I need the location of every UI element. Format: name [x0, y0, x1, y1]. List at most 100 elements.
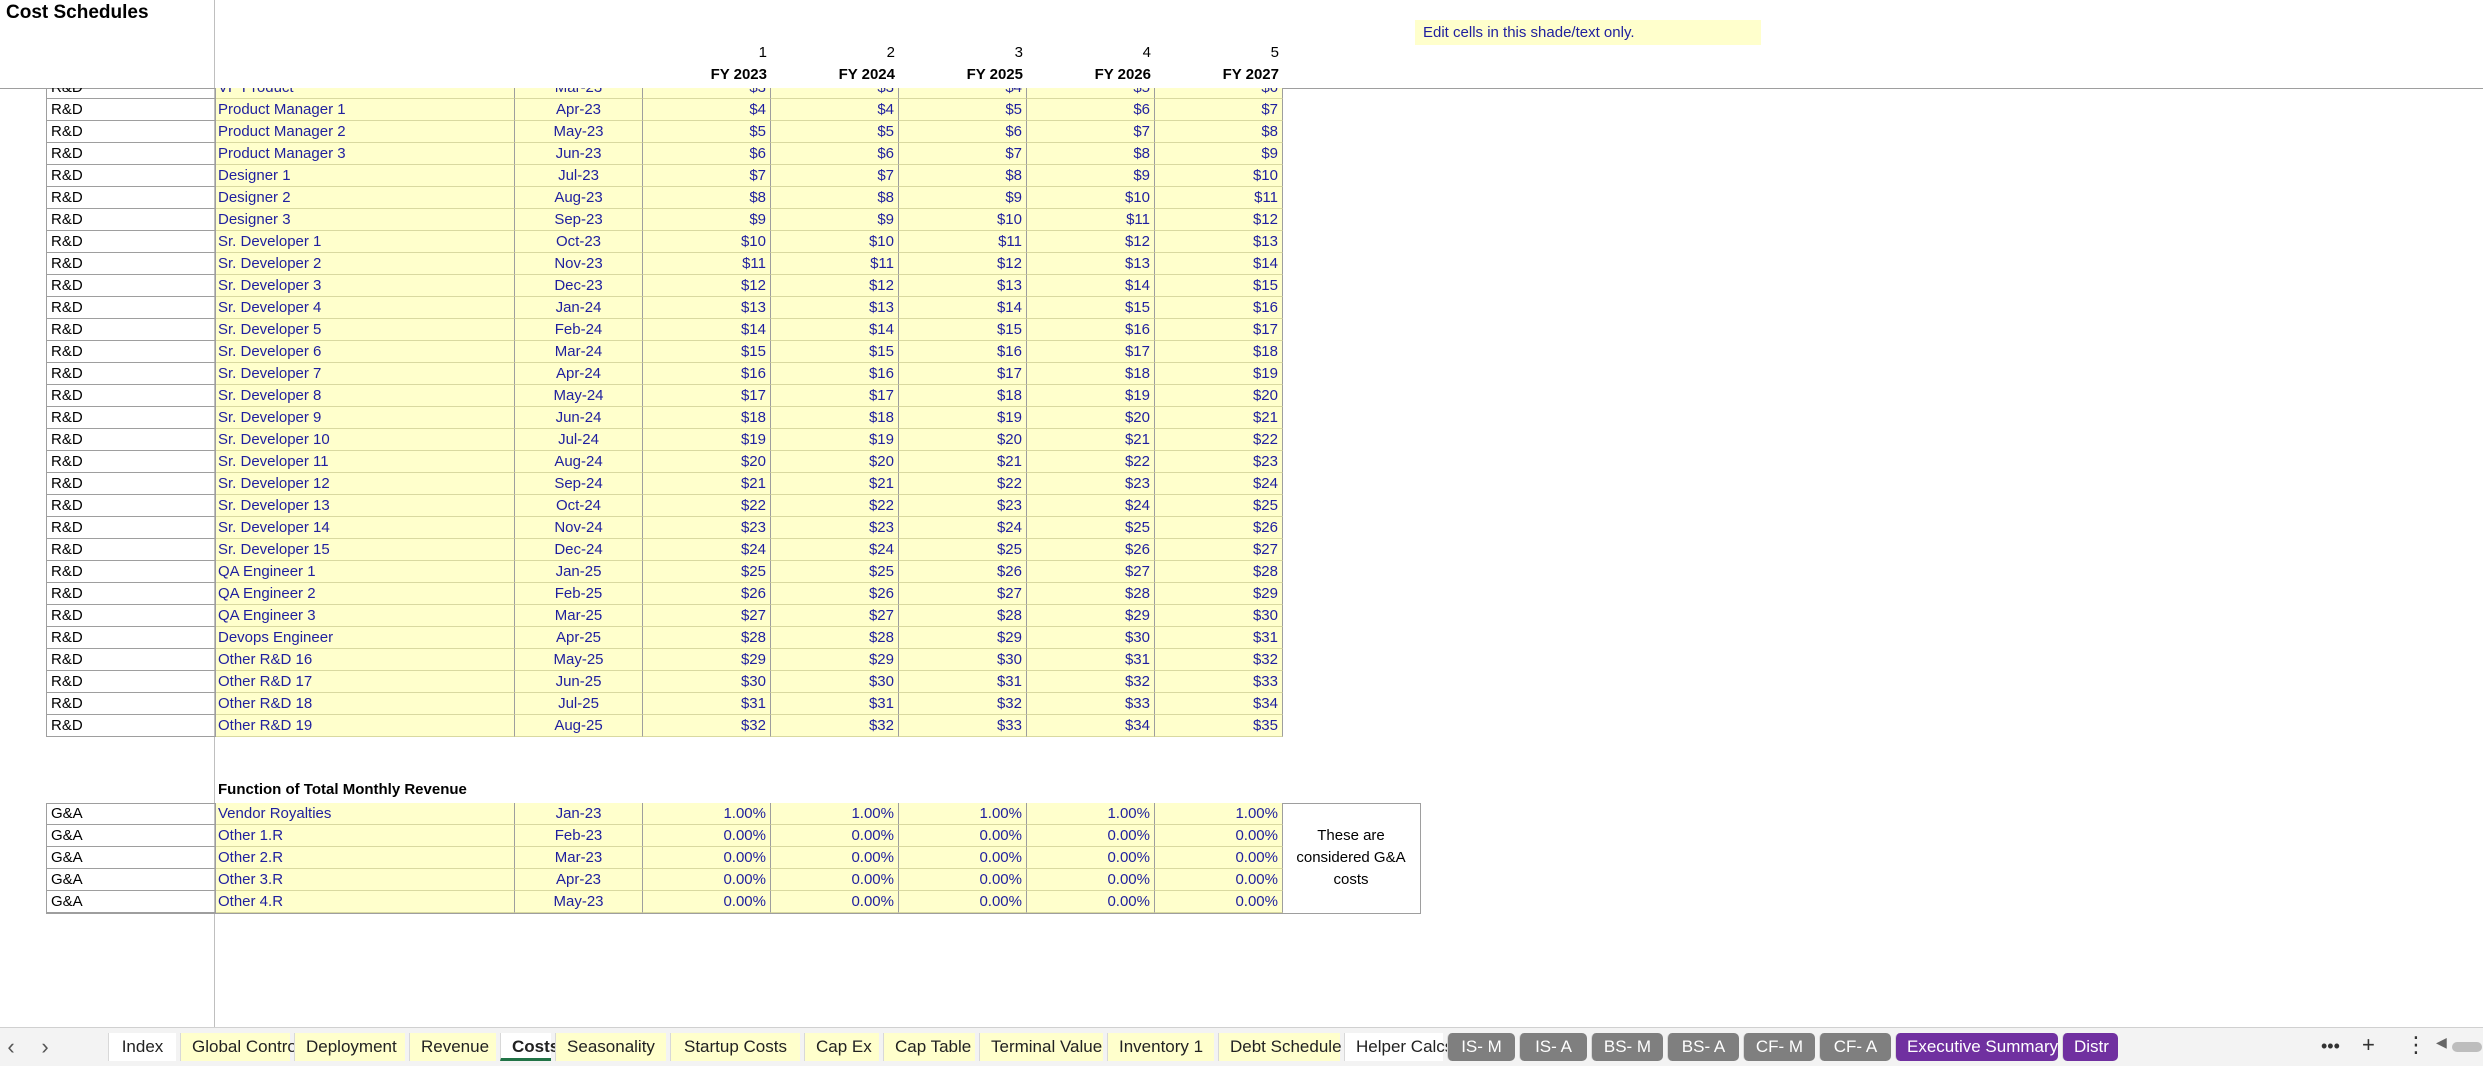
- year-value-input-cell[interactable]: $25: [1155, 495, 1283, 517]
- year-value-input-cell[interactable]: $32: [1027, 671, 1155, 693]
- year-value-input-cell[interactable]: $9: [899, 187, 1027, 209]
- start-date-input-cell[interactable]: Jul-24: [515, 429, 643, 451]
- year-value-input-cell[interactable]: $29: [643, 649, 771, 671]
- year-value-input-cell[interactable]: $13: [771, 297, 899, 319]
- year-value-input-cell[interactable]: 1.00%: [899, 803, 1027, 825]
- year-value-input-cell[interactable]: $11: [771, 253, 899, 275]
- tab-terminal-value[interactable]: Terminal Value: [979, 1033, 1103, 1061]
- year-value-input-cell[interactable]: $12: [643, 275, 771, 297]
- year-value-input-cell[interactable]: $30: [1027, 627, 1155, 649]
- year-value-input-cell[interactable]: $17: [643, 385, 771, 407]
- next-sheet-icon[interactable]: ›: [30, 1034, 60, 1060]
- year-value-input-cell[interactable]: $25: [1027, 517, 1155, 539]
- function-cell[interactable]: G&A: [46, 803, 216, 825]
- start-date-input-cell[interactable]: Oct-23: [515, 231, 643, 253]
- function-cell[interactable]: R&D: [46, 341, 216, 363]
- name-input-cell[interactable]: Sr. Developer 8: [216, 385, 515, 407]
- year-value-input-cell[interactable]: 0.00%: [1027, 891, 1155, 913]
- name-input-cell[interactable]: Sr. Developer 12: [216, 473, 515, 495]
- year-value-input-cell[interactable]: $22: [643, 495, 771, 517]
- year-value-input-cell[interactable]: $6: [899, 121, 1027, 143]
- year-value-input-cell[interactable]: 1.00%: [771, 803, 899, 825]
- year-value-input-cell[interactable]: $20: [1155, 385, 1283, 407]
- function-cell[interactable]: R&D: [46, 473, 216, 495]
- year-value-input-cell[interactable]: $10: [643, 231, 771, 253]
- start-date-input-cell[interactable]: Jun-24: [515, 407, 643, 429]
- year-value-input-cell[interactable]: $6: [1027, 99, 1155, 121]
- year-value-input-cell[interactable]: $28: [1027, 583, 1155, 605]
- year-value-input-cell[interactable]: $29: [1155, 583, 1283, 605]
- year-value-input-cell[interactable]: $34: [1027, 715, 1155, 737]
- year-value-input-cell[interactable]: $9: [643, 209, 771, 231]
- tab-bs-a[interactable]: BS- A: [1667, 1033, 1739, 1061]
- start-date-input-cell[interactable]: Feb-25: [515, 583, 643, 605]
- year-value-input-cell[interactable]: $18: [899, 385, 1027, 407]
- year-value-input-cell[interactable]: $22: [1027, 451, 1155, 473]
- year-value-input-cell[interactable]: 0.00%: [771, 869, 899, 891]
- start-date-input-cell[interactable]: Nov-24: [515, 517, 643, 539]
- year-value-input-cell[interactable]: $12: [771, 275, 899, 297]
- year-value-input-cell[interactable]: $20: [899, 429, 1027, 451]
- tab-is-m[interactable]: IS- M: [1447, 1033, 1515, 1061]
- year-value-input-cell[interactable]: 0.00%: [643, 891, 771, 913]
- name-input-cell[interactable]: Other 2.R: [216, 847, 515, 869]
- year-value-input-cell[interactable]: $27: [1155, 539, 1283, 561]
- name-input-cell[interactable]: Product Manager 2: [216, 121, 515, 143]
- year-value-input-cell[interactable]: $30: [899, 649, 1027, 671]
- name-input-cell[interactable]: Designer 1: [216, 165, 515, 187]
- function-cell[interactable]: R&D: [46, 649, 216, 671]
- year-value-input-cell[interactable]: $28: [1155, 561, 1283, 583]
- year-value-input-cell[interactable]: $19: [771, 429, 899, 451]
- function-cell[interactable]: R&D: [46, 539, 216, 561]
- year-value-input-cell[interactable]: 1.00%: [1027, 803, 1155, 825]
- year-value-input-cell[interactable]: $32: [643, 715, 771, 737]
- function-cell[interactable]: R&D: [46, 627, 216, 649]
- start-date-input-cell[interactable]: Jan-25: [515, 561, 643, 583]
- start-date-input-cell[interactable]: Dec-24: [515, 539, 643, 561]
- year-value-input-cell[interactable]: $21: [771, 473, 899, 495]
- year-value-input-cell[interactable]: $31: [771, 693, 899, 715]
- year-value-input-cell[interactable]: 0.00%: [899, 847, 1027, 869]
- year-value-input-cell[interactable]: $32: [899, 693, 1027, 715]
- name-input-cell[interactable]: QA Engineer 1: [216, 561, 515, 583]
- function-cell[interactable]: R&D: [46, 275, 216, 297]
- start-date-input-cell[interactable]: Jan-24: [515, 297, 643, 319]
- start-date-input-cell[interactable]: May-23: [515, 891, 643, 913]
- year-value-input-cell[interactable]: $7: [899, 143, 1027, 165]
- year-value-input-cell[interactable]: $35: [1155, 715, 1283, 737]
- year-value-input-cell[interactable]: $26: [1027, 539, 1155, 561]
- year-value-input-cell[interactable]: $29: [1027, 605, 1155, 627]
- year-value-input-cell[interactable]: $27: [1027, 561, 1155, 583]
- year-value-input-cell[interactable]: $24: [899, 517, 1027, 539]
- name-input-cell[interactable]: Sr. Developer 9: [216, 407, 515, 429]
- function-cell[interactable]: R&D: [46, 561, 216, 583]
- function-cell[interactable]: R&D: [46, 88, 216, 99]
- year-value-input-cell[interactable]: $24: [1155, 473, 1283, 495]
- year-value-input-cell[interactable]: $21: [643, 473, 771, 495]
- start-date-input-cell[interactable]: May-24: [515, 385, 643, 407]
- start-date-input-cell[interactable]: Apr-23: [515, 99, 643, 121]
- year-value-input-cell[interactable]: $13: [1027, 253, 1155, 275]
- year-value-input-cell[interactable]: $31: [1027, 649, 1155, 671]
- year-value-input-cell[interactable]: $26: [899, 561, 1027, 583]
- year-value-input-cell[interactable]: $32: [771, 715, 899, 737]
- start-date-input-cell[interactable]: Aug-23: [515, 187, 643, 209]
- year-value-input-cell[interactable]: $22: [771, 495, 899, 517]
- year-value-input-cell[interactable]: $28: [899, 605, 1027, 627]
- year-value-input-cell[interactable]: $15: [899, 319, 1027, 341]
- function-cell[interactable]: R&D: [46, 363, 216, 385]
- function-cell[interactable]: G&A: [46, 891, 216, 913]
- start-date-input-cell[interactable]: Apr-23: [515, 869, 643, 891]
- tab-executive-summary[interactable]: Executive Summary: [1895, 1033, 2058, 1061]
- year-value-input-cell[interactable]: $13: [643, 297, 771, 319]
- year-value-input-cell[interactable]: $24: [771, 539, 899, 561]
- year-value-input-cell[interactable]: $33: [1155, 671, 1283, 693]
- year-value-input-cell[interactable]: $11: [1027, 209, 1155, 231]
- function-cell[interactable]: R&D: [46, 451, 216, 473]
- year-value-input-cell[interactable]: $5: [1027, 88, 1155, 99]
- start-date-input-cell[interactable]: Oct-24: [515, 495, 643, 517]
- name-input-cell[interactable]: QA Engineer 3: [216, 605, 515, 627]
- name-input-cell[interactable]: Sr. Developer 3: [216, 275, 515, 297]
- name-input-cell[interactable]: Sr. Developer 11: [216, 451, 515, 473]
- function-cell[interactable]: R&D: [46, 429, 216, 451]
